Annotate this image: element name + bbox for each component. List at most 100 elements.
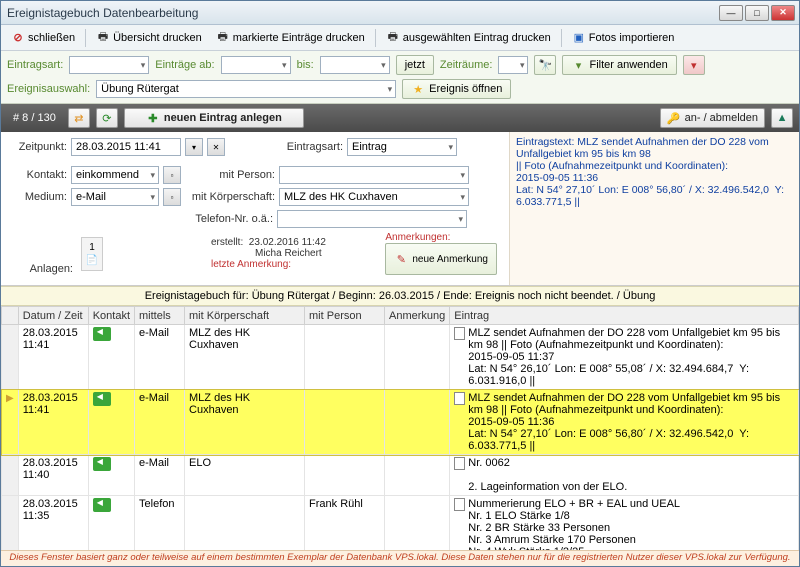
minimize-button[interactable]: —	[719, 5, 743, 21]
login-button[interactable]: 🔑an- / abmelden	[660, 108, 765, 128]
chevron-up-icon: ▲	[777, 111, 788, 125]
combo-kontakt[interactable]: einkommend	[71, 166, 159, 184]
cell-eintrag: Nr. 0062 2. Lageinformation von der ELO.	[450, 455, 799, 496]
document-icon	[454, 392, 465, 405]
combo-bis[interactable]	[320, 56, 390, 74]
label-medium: Medium:	[7, 191, 67, 203]
toolbar-print-marked[interactable]: 🖶markierte Einträge drucken	[210, 29, 371, 47]
incoming-icon	[93, 327, 111, 341]
attachment-icon: 📄	[86, 255, 98, 266]
document-icon	[454, 498, 465, 511]
window-title: Ereignistagebuch Datenbearbeitung	[5, 6, 719, 20]
key-icon: 🔑	[667, 111, 681, 125]
action-bar: # 8 / 130 ⇄ ⟳ ✚neuen Eintrag anlegen 🔑an…	[1, 104, 799, 132]
combo-medium[interactable]: e-Mail	[71, 188, 159, 206]
detail-panel: Zeitpunkt: ▾ ✕ Eintragsart: Eintrag Kont…	[1, 132, 799, 286]
cell-person	[305, 455, 385, 496]
toolbar-print-selected[interactable]: 🖶ausgewählten Eintrag drucken	[380, 29, 557, 47]
label-eintraege-ab: Einträge ab:	[155, 59, 214, 71]
print-icon: 🖶	[96, 31, 110, 45]
filter-bar: Eintragsart: Einträge ab: bis: jetzt Zei…	[1, 51, 799, 104]
cell-kontakt	[88, 455, 134, 496]
refresh-icon: ⟳	[102, 111, 111, 125]
cell-kontakt	[88, 325, 134, 390]
jetzt-button[interactable]: jetzt	[396, 55, 434, 75]
cell-mittels: e-Mail	[135, 325, 185, 390]
combo-eintragsart2[interactable]: Eintrag	[347, 138, 457, 156]
print-icon: 🖶	[216, 31, 230, 45]
table-row[interactable]: ▶ 28.03.2015 11:41 e-MailMLZ des HK Cuxhav…	[2, 390, 799, 455]
table-row[interactable]: 28.03.2015 11:35TelefonFrank RühlNummeri…	[2, 496, 799, 551]
cell-anmerkung	[385, 496, 450, 551]
col-koerperschaft[interactable]: mit Körperschaft	[185, 307, 305, 325]
combo-mitkoerperschaft[interactable]: MLZ des HK Cuxhaven	[279, 188, 469, 206]
collapse-button[interactable]: ▲	[771, 108, 793, 128]
cell-eintrag: Nummerierung ELO + BR + EAL und UEAL Nr.…	[450, 496, 799, 551]
toolbar-close[interactable]: ⊘schließen	[5, 29, 81, 47]
table-row[interactable]: 28.03.2015 11:41e-MailMLZ des HK Cuxhave…	[2, 325, 799, 390]
funnel-clear-icon: ▾	[687, 58, 701, 72]
cell-koerperschaft	[185, 496, 305, 551]
grid-header-row: Datum / Zeit Kontakt mittels mit Körpers…	[2, 307, 799, 325]
cell-mittels: e-Mail	[135, 455, 185, 496]
neue-anmerkung-button[interactable]: ✎ neue Anmerkung	[385, 243, 497, 275]
cell-anmerkung	[385, 455, 450, 496]
note-icon: ✎	[394, 252, 408, 266]
incoming-icon	[93, 498, 111, 512]
combo-ereignisauswahl[interactable]: Übung Rütergat	[96, 80, 396, 98]
zeitpunkt-clear[interactable]: ✕	[207, 138, 225, 156]
combo-eintragsart[interactable]	[69, 56, 149, 74]
col-mittels[interactable]: mittels	[135, 307, 185, 325]
input-zeitpunkt[interactable]	[71, 138, 181, 156]
combo-telefon[interactable]	[277, 210, 467, 228]
label-anlagen: Anlagen:	[13, 263, 73, 275]
col-person[interactable]: mit Person	[305, 307, 385, 325]
col-anmerkung[interactable]: Anmerkung	[385, 307, 450, 325]
cell-eintrag: MLZ sendet Aufnahmen der DO 228 vom Unfa…	[450, 325, 799, 390]
label-eintragsart2: Eintragsart:	[273, 141, 343, 153]
refresh-button[interactable]: ⟳	[96, 108, 118, 128]
kontakt-extra[interactable]: ▫	[163, 166, 181, 184]
cell-koerperschaft: MLZ des HK Cuxhaven	[185, 390, 305, 455]
cell-koerperschaft: MLZ des HK Cuxhaven	[185, 325, 305, 390]
eintragstext-panel: Eintragstext: MLZ sendet Aufnahmen der D…	[509, 132, 799, 285]
binoculars-icon: 🔭	[538, 58, 552, 72]
ereignis-oeffnen-button[interactable]: ★Ereignis öffnen	[402, 79, 511, 99]
cell-datum: 28.03.2015 11:41	[18, 390, 88, 455]
filter-apply-button[interactable]: ▾Filter anwenden	[562, 55, 676, 75]
cell-eintrag: MLZ sendet Aufnahmen der DO 228 vom Unfa…	[450, 390, 799, 455]
row-pointer-icon: ▶	[6, 393, 14, 404]
cell-mittels: e-Mail	[135, 390, 185, 455]
label-mitkoerperschaft: mit Körperschaft:	[185, 191, 275, 203]
col-eintrag[interactable]: Eintrag	[450, 307, 799, 325]
toolbar-import-photos[interactable]: ▣Fotos importieren	[566, 29, 681, 47]
medium-extra[interactable]: ▫	[163, 188, 181, 206]
toolbar-print-overview[interactable]: 🖶Übersicht drucken	[90, 29, 208, 47]
cell-mittels: Telefon	[135, 496, 185, 551]
new-entry-button[interactable]: ✚neuen Eintrag anlegen	[124, 108, 304, 128]
table-row[interactable]: 28.03.2015 11:40e-MailELONr. 0062 2. Lag…	[2, 455, 799, 496]
label-telefon: Telefon-Nr. o.ä.:	[183, 213, 273, 225]
combo-ab[interactable]	[221, 56, 291, 74]
print-icon: 🖶	[386, 31, 400, 45]
label-ereignisauswahl: Ereignisauswahl:	[7, 83, 90, 95]
titlebar: Ereignistagebuch Datenbearbeitung — □ ✕	[1, 1, 799, 25]
close-button[interactable]: ✕	[771, 5, 795, 21]
maximize-button[interactable]: □	[745, 5, 769, 21]
entries-grid[interactable]: Datum / Zeit Kontakt mittels mit Körpers…	[1, 306, 799, 550]
document-icon	[454, 327, 465, 340]
col-datum[interactable]: Datum / Zeit	[18, 307, 88, 325]
anlagen-item[interactable]: 1 📄	[81, 237, 103, 271]
cell-datum: 28.03.2015 11:35	[18, 496, 88, 551]
zeitpunkt-dropdown[interactable]: ▾	[185, 138, 203, 156]
combo-zeitraeume[interactable]	[498, 56, 528, 74]
funnel-icon: ▾	[571, 58, 585, 72]
binoculars-button[interactable]: 🔭	[534, 55, 556, 75]
cell-datum: 28.03.2015 11:40	[18, 455, 88, 496]
combo-mitperson[interactable]	[279, 166, 469, 184]
plus-icon: ✚	[146, 111, 160, 125]
col-kontakt[interactable]: Kontakt	[88, 307, 134, 325]
filter-clear-button[interactable]: ▾	[683, 55, 705, 75]
cell-kontakt	[88, 496, 134, 551]
nav-button[interactable]: ⇄	[68, 108, 90, 128]
